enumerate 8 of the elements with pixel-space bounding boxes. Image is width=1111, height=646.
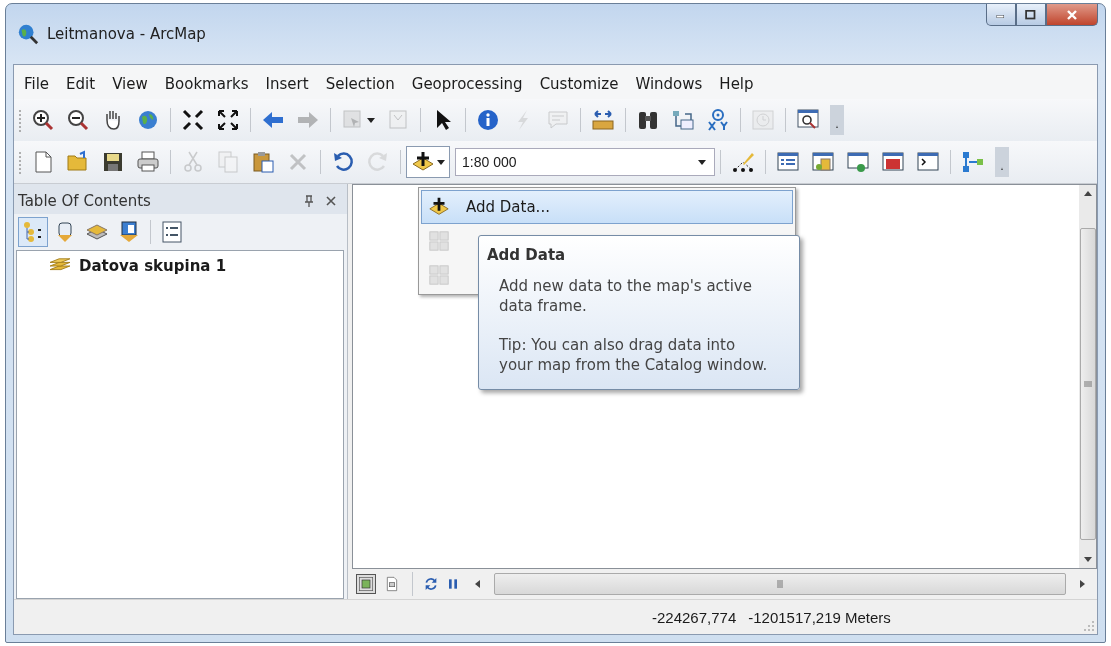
scale-value: 1:80 000 [462,153,518,171]
window-title: Leitmanova - ArcMap [47,25,206,43]
panel-title: Table Of Contents [18,192,152,210]
tooltip-text: Add new data to the map's active data frame. [499,276,753,317]
tooltip-text: Tip: You can also drag data into your map from the Catalog window. [499,334,769,375]
x-coordinate: -224267,774 [652,608,737,626]
tooltip-title: Add Data [487,246,567,264]
y-coordinate: -1201517,219 Meters [748,608,891,626]
